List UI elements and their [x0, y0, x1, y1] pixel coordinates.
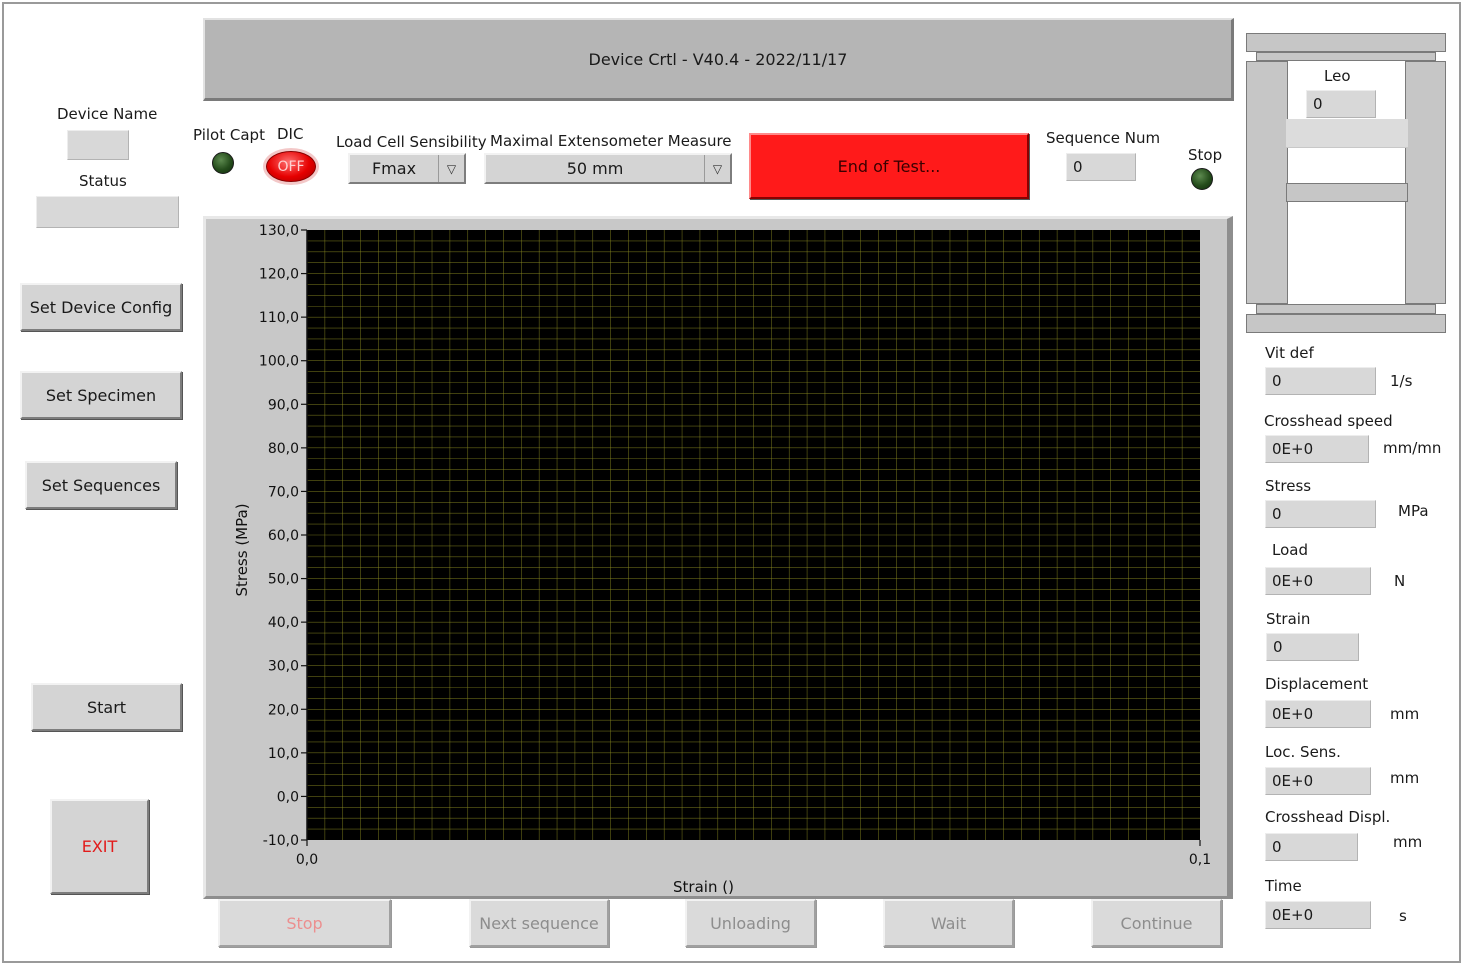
device-name-field — [67, 130, 129, 160]
crosshead-displ-label: Crosshead Displ. — [1265, 808, 1391, 826]
frame-top-plate — [1246, 33, 1446, 52]
chevron-down-icon: ▽ — [438, 155, 464, 182]
y-axis-label: Stress (MPa) — [233, 503, 251, 596]
leo-field: 0 — [1306, 90, 1376, 118]
stop-label: Stop — [1188, 146, 1223, 164]
displacement-field: 0E+0 — [1265, 700, 1371, 728]
header-bar: Device Crtl - V40.4 - 2022/11/17 — [203, 18, 1234, 101]
y-tick-label: 110,0 — [259, 310, 299, 326]
y-tick-label: 0,0 — [277, 789, 299, 805]
frame-right-column — [1405, 61, 1446, 304]
sequence-num-field: 0 — [1066, 153, 1136, 181]
y-tick-label: 30,0 — [268, 659, 299, 675]
crosshead-speed-unit: mm/mn — [1383, 439, 1442, 457]
strain-label: Strain — [1266, 610, 1311, 628]
sequence-num-label: Sequence Num — [1046, 129, 1161, 147]
app-title: Device Crtl - V40.4 - 2022/11/17 — [588, 49, 848, 69]
frame-bottom-plate — [1246, 314, 1446, 333]
load-cell-dropdown[interactable]: Fmax ▽ — [348, 153, 466, 184]
set-device-config-button[interactable]: Set Device Config — [20, 283, 182, 331]
loc-sens-field: 0E+0 — [1265, 767, 1371, 795]
leo-label: Leo — [1324, 67, 1351, 85]
x-tick-label: 0,0 — [296, 852, 318, 868]
wait-button[interactable]: Wait — [883, 899, 1014, 947]
y-tick-label: 50,0 — [268, 572, 299, 588]
load-cell-label: Load Cell Sensibility — [336, 133, 487, 151]
crosshead-speed-field: 0E+0 — [1265, 435, 1369, 463]
start-button[interactable]: Start — [31, 683, 182, 731]
dic-label: DIC — [277, 125, 304, 143]
set-sequences-button[interactable]: Set Sequences — [25, 461, 177, 509]
status-field — [36, 196, 179, 228]
status-label: Status — [79, 172, 127, 190]
time-unit: s — [1399, 907, 1407, 925]
y-tick-label: 100,0 — [259, 354, 299, 370]
stress-unit: MPa — [1398, 502, 1429, 520]
stress-strain-chart: 130,0 120,0 110,0 100,0 90,0 80,0 70,0 60,0 50,0… — [233, 223, 1211, 896]
unloading-button[interactable]: Unloading — [685, 899, 816, 947]
strain-field: 0 — [1266, 633, 1359, 661]
continue-button[interactable]: Continue — [1091, 899, 1222, 947]
y-tick-label: 80,0 — [268, 441, 299, 457]
y-tick-label: 20,0 — [268, 702, 299, 718]
crosshead-displ-unit: mm — [1393, 833, 1423, 851]
time-field: 0E+0 — [1265, 901, 1371, 929]
set-specimen-button[interactable]: Set Specimen — [20, 371, 182, 419]
vit-def-label: Vit def — [1265, 344, 1314, 362]
y-tick-label: 70,0 — [268, 484, 299, 500]
displacement-unit: mm — [1390, 705, 1420, 723]
frame-left-column — [1246, 61, 1288, 304]
dic-toggle[interactable]: OFF — [266, 151, 316, 182]
crosshead-speed-label: Crosshead speed — [1264, 412, 1393, 430]
extensometer-value: 50 mm — [566, 159, 624, 178]
stop-button[interactable]: Stop — [218, 899, 391, 947]
stress-label: Stress — [1265, 477, 1312, 495]
crosshead-displ-field: 0 — [1265, 833, 1358, 861]
time-label: Time — [1265, 877, 1302, 895]
y-tick-label: 60,0 — [268, 528, 299, 544]
frame-top-beam — [1256, 52, 1436, 61]
dic-toggle-label: OFF — [277, 158, 305, 175]
frame-upper-grip — [1286, 119, 1408, 148]
extensometer-label: Maximal Extensometer Measure — [490, 132, 732, 150]
exit-button[interactable]: EXIT — [50, 799, 149, 894]
device-name-label: Device Name — [57, 105, 158, 123]
loc-sens-label: Loc. Sens. — [1265, 743, 1341, 761]
y-tick-label: 120,0 — [259, 267, 299, 283]
y-tick-label: 40,0 — [268, 615, 299, 631]
displacement-label: Displacement — [1265, 675, 1369, 693]
stress-field: 0 — [1265, 500, 1376, 528]
vit-def-field: 0 — [1265, 367, 1376, 395]
frame-bottom-beam — [1256, 304, 1436, 314]
stop-led-icon — [1191, 168, 1213, 190]
y-tick-label: -10,0 — [263, 833, 299, 849]
load-field: 0E+0 — [1265, 567, 1371, 595]
x-axis-label: Strain () — [673, 878, 734, 896]
pilot-capt-led-icon — [212, 152, 234, 174]
extensometer-dropdown[interactable]: 50 mm ▽ — [484, 153, 732, 184]
vit-def-unit: 1/s — [1390, 372, 1413, 390]
y-tick-label: 90,0 — [268, 397, 299, 413]
x-tick-label: 0,1 — [1189, 852, 1211, 868]
y-tick-label: 130,0 — [259, 223, 299, 239]
load-label: Load — [1272, 541, 1308, 559]
frame-crosshead — [1286, 183, 1408, 202]
load-unit: N — [1394, 572, 1406, 590]
chevron-down-icon: ▽ — [704, 155, 730, 182]
load-cell-value: Fmax — [371, 159, 417, 178]
y-tick-label: 10,0 — [268, 746, 299, 762]
end-of-test-button[interactable]: End of Test... — [749, 133, 1029, 199]
next-sequence-button[interactable]: Next sequence — [469, 899, 609, 947]
pilot-capt-label: Pilot Capt — [193, 126, 265, 144]
loc-sens-unit: mm — [1390, 769, 1420, 787]
